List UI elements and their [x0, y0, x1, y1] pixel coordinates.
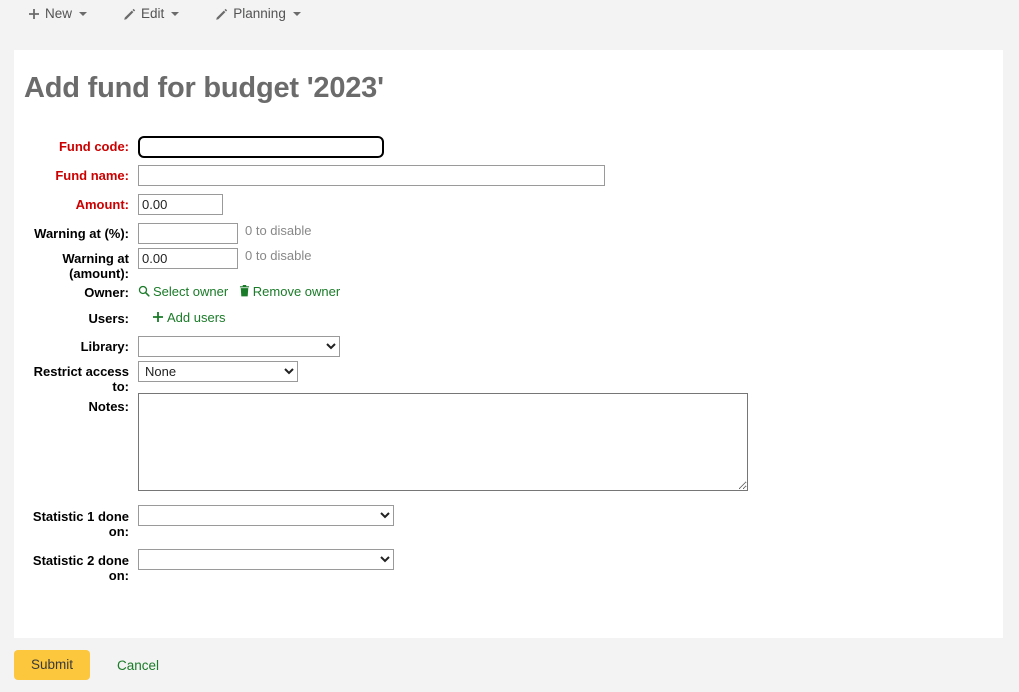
warning-percent-field-wrap: 0 to disable	[138, 223, 1003, 244]
library-label: Library:	[80, 339, 129, 354]
notes-label: Notes:	[88, 399, 129, 414]
amount-label: Amount:	[75, 197, 129, 212]
form-row-fund-name: Fund name:	[14, 161, 1003, 190]
form-row-restrict-access: Restrict access to: None	[14, 361, 1003, 394]
remove-owner-label: Remove owner	[252, 283, 341, 299]
content-card: Add fund for budget '2023' Fund code: Fu…	[14, 50, 1003, 638]
toolbar-button-edit[interactable]: Edit	[123, 6, 180, 22]
toolbar-button-edit-label: Edit	[141, 6, 165, 22]
add-users-link[interactable]: Add users	[152, 310, 226, 325]
pencil-icon	[123, 8, 136, 21]
toolbar-button-planning-label: Planning	[233, 6, 286, 22]
submit-button[interactable]: Submit	[14, 649, 91, 681]
restrict-access-field-wrap: None	[138, 361, 1003, 382]
chevron-down-icon	[171, 12, 180, 16]
add-users-label: Add users	[167, 309, 226, 325]
toolbar-button-new-label: New	[45, 6, 73, 22]
statistic-2-label: Statistic 2 done on:	[32, 553, 129, 583]
warning-amount-input[interactable]	[138, 248, 238, 269]
amount-input[interactable]	[138, 194, 223, 215]
fund-name-input[interactable]	[138, 165, 605, 186]
chevron-down-icon	[79, 12, 88, 16]
fund-code-input[interactable]	[138, 135, 384, 158]
warning-amount-label: Warning at (amount):	[62, 251, 129, 281]
fund-name-field-wrap	[138, 165, 1003, 186]
warning-percent-label: Warning at (%):	[34, 226, 129, 241]
trash-icon	[239, 285, 250, 297]
warning-percent-input[interactable]	[138, 223, 238, 244]
form-row-statistic-1: Statistic 1 done on:	[14, 505, 1003, 549]
form-row-amount: Amount:	[14, 190, 1003, 219]
page-title: Add fund for budget '2023'	[24, 72, 384, 104]
toolbar-button-planning[interactable]: Planning	[215, 7, 301, 21]
top-toolbar: New Edit Planning	[0, 0, 1019, 28]
select-owner-link[interactable]: Select owner	[138, 284, 228, 299]
form-row-owner: Owner: Select owner Remove owner	[14, 280, 1003, 304]
add-fund-form: Fund code: Fund name: Amount: Warning at…	[14, 132, 1003, 593]
cancel-link[interactable]: Cancel	[117, 658, 159, 673]
remove-owner-link[interactable]: Remove owner	[239, 284, 340, 299]
statistic-2-field-wrap	[138, 549, 1003, 570]
select-owner-label: Select owner	[153, 283, 229, 299]
notes-field-wrap	[138, 393, 1003, 494]
owner-field-wrap: Select owner Remove owner	[138, 284, 1003, 301]
statistic-1-field-wrap	[138, 505, 1003, 526]
owner-label: Owner:	[84, 284, 129, 300]
warning-percent-hint: 0 to disable	[245, 223, 312, 238]
plus-icon	[28, 8, 40, 20]
users-label: Users:	[88, 310, 129, 326]
fund-name-label: Fund name:	[55, 168, 129, 183]
form-row-notes: Notes:	[14, 393, 1003, 505]
statistic-2-select[interactable]	[138, 549, 394, 570]
users-field-wrap: Add users	[138, 310, 1003, 327]
search-icon	[138, 285, 150, 297]
restrict-access-label: Restrict access to:	[33, 364, 129, 394]
fund-code-field-wrap	[138, 135, 1003, 158]
statistic-1-select[interactable]	[138, 505, 394, 526]
warning-amount-hint: 0 to disable	[245, 248, 312, 263]
amount-field-wrap	[138, 194, 1003, 215]
form-row-warning-percent: Warning at (%): 0 to disable	[14, 219, 1003, 248]
restrict-access-select[interactable]: None	[138, 361, 298, 382]
toolbar-button-new[interactable]: New	[28, 6, 88, 22]
fund-code-label: Fund code:	[58, 139, 129, 154]
library-select[interactable]	[138, 336, 340, 357]
form-row-warning-amount: Warning at (amount): 0 to disable	[14, 248, 1003, 281]
pencil-icon	[215, 8, 228, 21]
notes-textarea[interactable]	[138, 393, 748, 491]
statistic-1-label: Statistic 1 done on:	[32, 509, 129, 539]
plus-icon	[152, 311, 164, 323]
form-row-fund-code: Fund code:	[14, 132, 1003, 161]
form-row-library: Library:	[14, 332, 1003, 361]
warning-amount-field-wrap: 0 to disable	[138, 248, 1003, 269]
chevron-down-icon	[292, 12, 301, 16]
form-row-statistic-2: Statistic 2 done on:	[14, 549, 1003, 593]
library-field-wrap	[138, 336, 1003, 357]
form-actions-bar: Submit Cancel	[0, 638, 1019, 692]
form-row-users: Users: Add users	[14, 304, 1003, 332]
